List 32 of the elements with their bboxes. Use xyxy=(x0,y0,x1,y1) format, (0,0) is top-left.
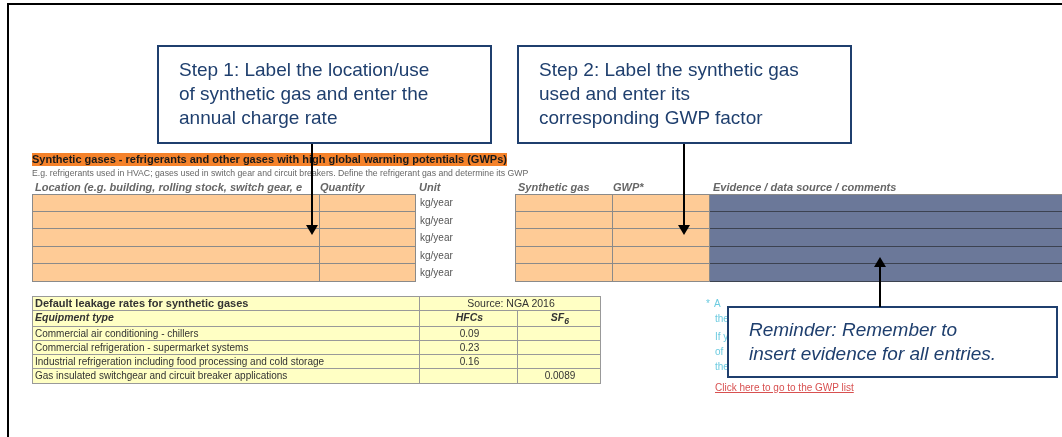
unit-label: kg/year xyxy=(419,266,454,281)
note-text: of xyxy=(714,344,724,359)
table-cell: 0.23 xyxy=(420,340,518,355)
table-cell: Commercial air conditioning - chillers xyxy=(33,326,420,341)
arrow xyxy=(874,257,886,308)
table-cell: 0.16 xyxy=(420,354,518,369)
table-title: Default leakage rates for synthetic gases xyxy=(33,296,420,311)
column-header: Location (e.g. building, rolling stock, switch gear, e xyxy=(34,180,304,194)
unit-label: kg/year xyxy=(419,196,454,210)
table-cell: 0.09 xyxy=(420,326,518,341)
reminder-callout: Reminder: Remember to insert evidence for all entries. xyxy=(727,306,1058,378)
note-marker: * xyxy=(706,296,710,311)
unit-label: kg/year xyxy=(419,213,454,228)
table-cell: Commercial refrigeration - supermarket systems xyxy=(33,340,420,355)
unit-label: kg/year xyxy=(419,231,454,246)
column-header: Equipment type xyxy=(33,310,420,327)
column-header: Synthetic gas xyxy=(517,180,591,194)
table-cell: Industrial refrigeration including food processing and cold storage xyxy=(33,354,420,369)
source-label: Source: NGA 2016 xyxy=(420,296,601,311)
column-header: Unit xyxy=(418,180,442,194)
column-header: GWP* xyxy=(613,180,645,194)
column-header: Evidence / data source / comments xyxy=(712,180,898,194)
step-callout: Step 2: Label the synthetic gas used and enter its corresponding GWP factor xyxy=(517,45,852,144)
unit-label: kg/year xyxy=(419,248,454,263)
note-text: A xyxy=(713,296,721,311)
column-header: HFCs xyxy=(420,310,518,327)
gwp-list-link[interactable]: Click here to go to the GWP list xyxy=(715,381,854,394)
column-header: Quantity xyxy=(320,180,366,194)
table-cell: 0.0089 xyxy=(518,368,601,384)
step-callout: Step 1: Label the location/use of synthetic gas and enter the annual charge rate xyxy=(157,45,492,144)
column-header: SF$_{6}$ xyxy=(518,310,601,327)
table-cell: Gas insulated switchgear and circuit breaker applications xyxy=(33,368,420,384)
